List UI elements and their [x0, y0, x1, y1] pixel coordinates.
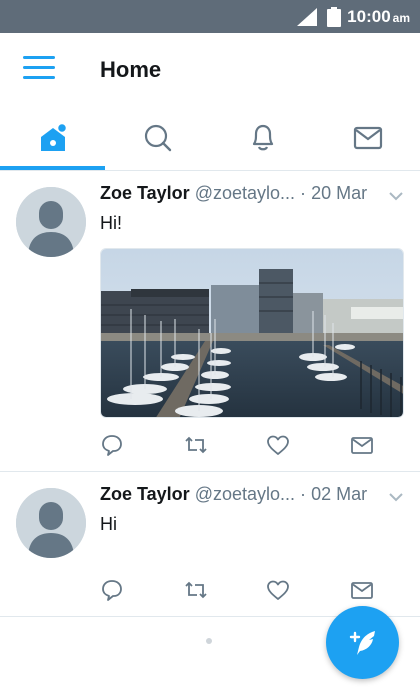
tweet-text: Hi: [100, 514, 117, 534]
separator: ·: [300, 183, 307, 203]
separator: ·: [300, 484, 307, 504]
tweet-card[interactable]: Zoe Taylor @zoetaylo... · 20 Mar Hi!: [0, 171, 420, 472]
page-title: Home: [100, 57, 162, 82]
chevron-down-icon[interactable]: [388, 492, 404, 502]
reply-icon[interactable]: [100, 578, 124, 602]
tweet-actions: [100, 433, 400, 463]
direct-message-icon[interactable]: [350, 578, 374, 602]
retweet-icon[interactable]: [184, 578, 208, 602]
status-time: 10:00 am: [347, 6, 410, 26]
compose-tweet-button[interactable]: [326, 606, 399, 679]
author-name[interactable]: Zoe Taylor: [100, 183, 190, 203]
bell-icon: [252, 124, 273, 151]
mail-icon: [353, 126, 382, 150]
tab-home[interactable]: [0, 106, 105, 170]
avatar[interactable]: [16, 488, 86, 558]
search-icon: [144, 124, 171, 152]
chevron-down-icon[interactable]: [388, 191, 404, 201]
reply-icon[interactable]: [100, 433, 124, 457]
tab-search[interactable]: [105, 106, 210, 170]
tweet-actions: [100, 578, 400, 608]
tweet-text: Hi!: [100, 213, 122, 233]
tweet-media-image[interactable]: [100, 248, 404, 418]
like-icon[interactable]: [266, 578, 290, 602]
loading-indicator: [206, 638, 212, 644]
direct-message-icon[interactable]: [350, 433, 374, 457]
menu-icon[interactable]: [23, 56, 59, 82]
retweet-icon[interactable]: [184, 433, 208, 457]
tweet-header: Zoe Taylor @zoetaylo... · 02 Mar: [100, 484, 367, 505]
signal-icon: [297, 7, 318, 26]
home-icon: [40, 122, 67, 151]
tab-bar: [0, 106, 420, 171]
like-icon[interactable]: [266, 433, 290, 457]
tweet-date: 02 Mar: [311, 484, 368, 504]
harbor-photo: [101, 249, 403, 417]
default-avatar-icon: [16, 187, 86, 257]
timeline: Zoe Taylor @zoetaylo... · 20 Mar Hi! Zoe…: [0, 171, 420, 617]
tweet-card[interactable]: Zoe Taylor @zoetaylo... · 02 Mar Hi: [0, 472, 420, 617]
status-bar: 10:00 am: [0, 0, 420, 33]
default-avatar-icon: [16, 488, 86, 558]
tweet-header: Zoe Taylor @zoetaylo... · 20 Mar: [100, 183, 367, 204]
compose-quill-icon: [349, 630, 375, 655]
author-handle: @zoetaylo...: [194, 484, 296, 504]
tweet-date: 20 Mar: [311, 183, 368, 203]
author-name[interactable]: Zoe Taylor: [100, 484, 190, 504]
battery-icon: [327, 6, 342, 27]
author-handle: @zoetaylo...: [194, 183, 296, 203]
tab-notifications[interactable]: [210, 106, 315, 170]
app-bar: Home: [0, 33, 420, 106]
tab-messages[interactable]: [315, 106, 420, 170]
avatar[interactable]: [16, 187, 86, 257]
